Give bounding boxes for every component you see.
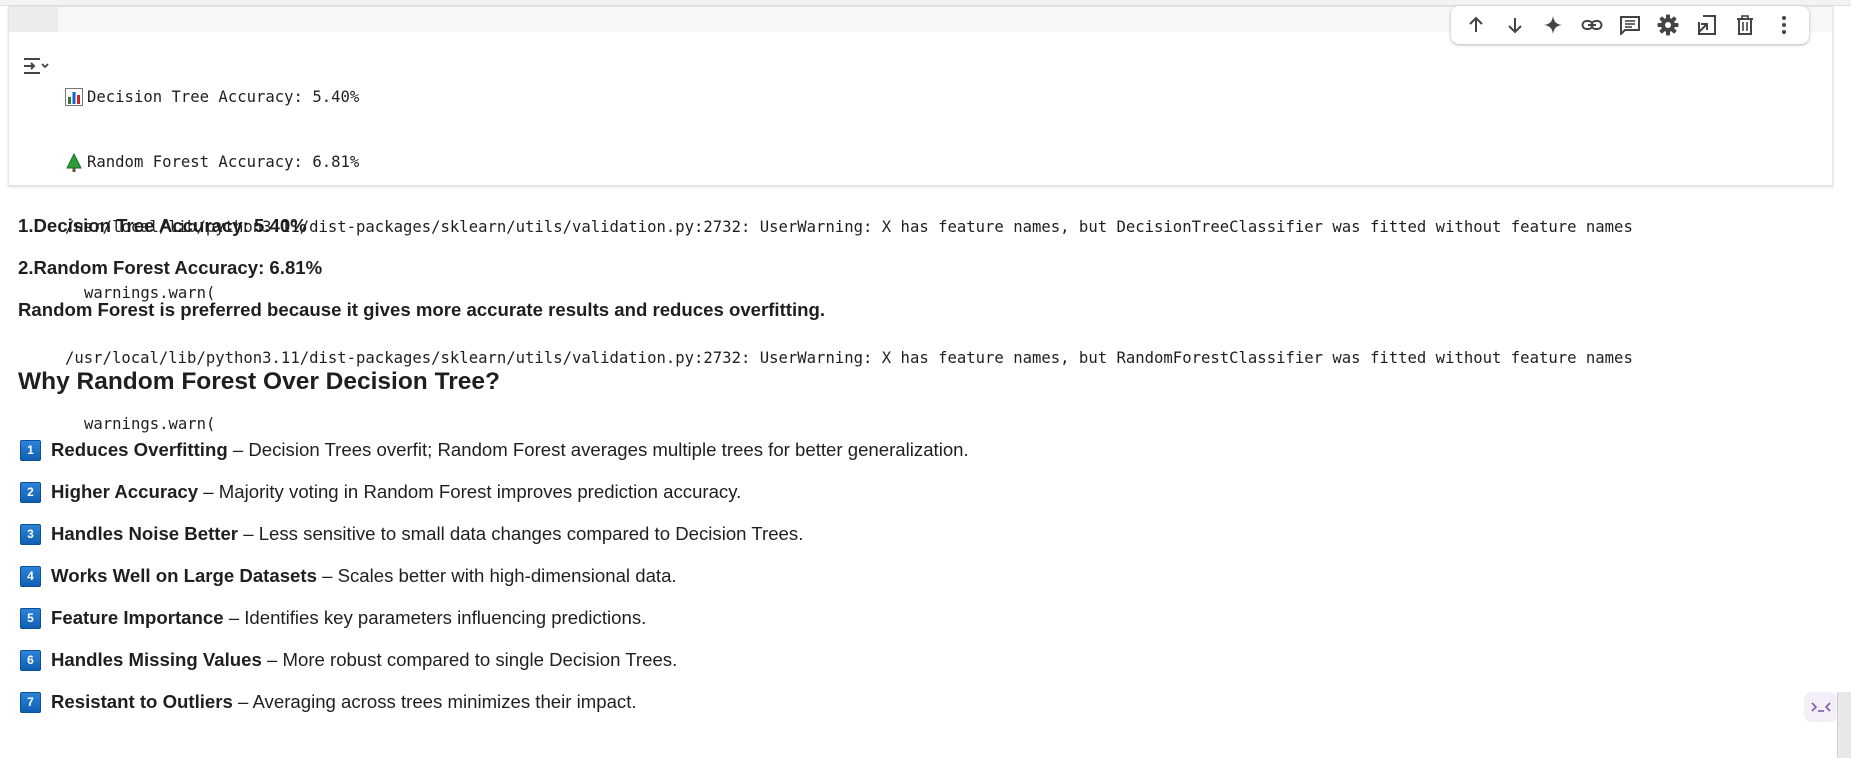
reason-title: Feature Importance xyxy=(51,607,224,628)
evergreen-tree-emoji-icon xyxy=(65,152,87,173)
gear-icon xyxy=(1657,14,1679,36)
cell-settings-button[interactable] xyxy=(1651,8,1685,42)
mirror-cell-in-tab-button[interactable] xyxy=(1690,8,1724,42)
reason-title: Higher Accuracy xyxy=(51,481,199,502)
number-badge-icon: 5 xyxy=(20,607,41,629)
output-actions-icon xyxy=(24,58,49,74)
link-icon xyxy=(1581,20,1603,30)
conclusion-text: Random Forest is preferred because it gi… xyxy=(18,299,826,320)
copy-link-button[interactable] xyxy=(1575,8,1609,42)
section-heading: Why Random Forest Over Decision Tree? xyxy=(18,368,500,395)
cell-gutter xyxy=(9,7,58,32)
output-toggle-button[interactable] xyxy=(21,51,51,81)
reason-title: Works Well on Large Datasets xyxy=(51,565,317,586)
output-line: Decision Tree Accuracy: 5.40% xyxy=(65,87,1633,109)
random-forest-result: 2.Random Forest Accuracy: 6.81% xyxy=(18,257,323,278)
list-item: 3 Handles Noise Better – Less sensitive … xyxy=(18,513,969,555)
reason-description: – Majority voting in Random Forest impro… xyxy=(198,481,742,502)
reason-description: – Less sensitive to small data changes c… xyxy=(238,523,804,544)
number-badge-icon: 4 xyxy=(20,565,41,587)
list-item: 4 Works Well on Large Datasets – Scales … xyxy=(18,555,969,597)
number-badge-icon: 7 xyxy=(20,691,41,713)
decision-tree-result: 1.Decision Tree Accuracy: 5.40% xyxy=(18,215,307,236)
list-item: 5 Feature Importance – Identifies key pa… xyxy=(18,597,969,639)
more-vertical-icon xyxy=(1781,16,1786,34)
reason-description: – More robust compared to single Decisio… xyxy=(261,649,678,670)
reason-description: – Decision Trees overfit; Random Forest … xyxy=(227,439,969,460)
reason-title: Reduces Overfitting xyxy=(51,439,228,460)
list-item: 6 Handles Missing Values – More robust c… xyxy=(18,639,969,681)
sparkle-icon xyxy=(1544,16,1563,34)
comment-icon xyxy=(1619,16,1640,35)
move-cell-up-button[interactable] xyxy=(1459,8,1493,42)
reason-title: Resistant to Outliers xyxy=(51,691,233,712)
delete-cell-button[interactable] xyxy=(1728,8,1762,42)
reason-description: – Averaging across trees minimizes their… xyxy=(232,691,637,712)
reason-description: – Identifies key parameters influencing … xyxy=(223,607,647,628)
bar-chart-emoji-icon xyxy=(65,87,87,107)
arrow-up-icon xyxy=(1469,16,1483,32)
number-badge-icon: 3 xyxy=(20,523,41,545)
number-badge-icon: 2 xyxy=(20,481,41,503)
output-line: /usr/local/lib/python3.11/dist-packages/… xyxy=(65,349,1633,368)
reason-title: Handles Missing Values xyxy=(51,649,262,670)
move-cell-down-button[interactable] xyxy=(1498,8,1532,42)
output-line: Random Forest Accuracy: 6.81% xyxy=(65,152,1633,174)
list-item: 1 Reduces Overfitting – Decision Trees o… xyxy=(18,429,969,471)
trash-icon xyxy=(1737,15,1754,35)
list-item: 2 Higher Accuracy – Majority voting in R… xyxy=(18,471,969,513)
more-actions-button[interactable] xyxy=(1767,8,1801,42)
reason-description: – Scales better with high-dimensional da… xyxy=(316,565,677,586)
arrow-down-icon xyxy=(1507,18,1522,34)
reasons-list: 1 Reduces Overfitting – Decision Trees o… xyxy=(18,429,969,723)
vertical-scrollbar[interactable] xyxy=(1837,692,1851,758)
reason-title: Handles Noise Better xyxy=(51,523,239,544)
list-item: 7 Resistant to Outliers – Averaging acro… xyxy=(18,681,969,723)
gemini-button[interactable] xyxy=(1536,8,1570,42)
open-in-tab-icon xyxy=(1697,15,1716,35)
terminal-button[interactable] xyxy=(1804,692,1838,722)
add-comment-button[interactable] xyxy=(1613,8,1647,42)
terminal-icon xyxy=(1811,702,1831,712)
cell-toolbar xyxy=(1451,6,1809,44)
number-badge-icon: 1 xyxy=(20,439,41,461)
number-badge-icon: 6 xyxy=(20,649,41,671)
